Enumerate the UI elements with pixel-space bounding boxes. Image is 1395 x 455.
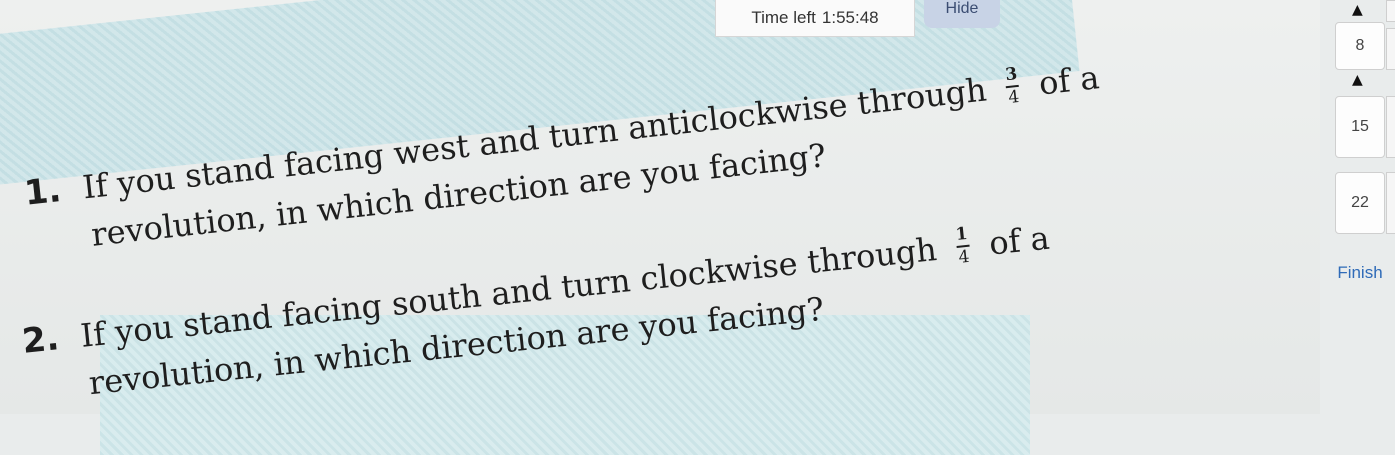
fraction-denominator: 4 (1007, 86, 1021, 108)
nav-question-8[interactable]: 8 (1335, 22, 1385, 70)
scroll-up-icon[interactable]: ▲ (1352, 72, 1363, 88)
nav-question-22[interactable]: 22 (1335, 172, 1385, 234)
fraction-denominator: 4 (957, 246, 971, 268)
question-number: 1. (22, 170, 64, 214)
nav-question-15[interactable]: 15 (1335, 96, 1385, 158)
timer-value: 1:55:48 (821, 8, 879, 27)
timer: Time left 1:55:48 (715, 0, 915, 37)
fraction-numerator: 1 (954, 223, 969, 245)
edge-panel (1386, 172, 1395, 234)
timer-label: Time left (751, 8, 816, 27)
fraction-numerator: 3 (1004, 64, 1019, 86)
scroll-up-icon[interactable]: ▲ (1352, 2, 1363, 18)
question-text-line1-end: of a (1036, 58, 1102, 103)
edge-panel (1386, 0, 1395, 22)
edge-panel (1386, 28, 1395, 70)
finish-button[interactable]: Finish (1330, 256, 1390, 290)
question-number: 2. (20, 318, 61, 362)
fraction: 3 4 (1004, 64, 1021, 108)
fraction: 1 4 (954, 223, 971, 268)
edge-panel (1386, 96, 1395, 158)
question-text-line1-end: of a (987, 218, 1052, 263)
hide-timer-button[interactable]: Hide (924, 0, 1000, 28)
